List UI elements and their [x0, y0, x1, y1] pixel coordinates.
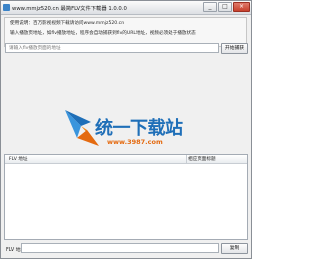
watermark-url: www.3987.com: [107, 138, 163, 146]
start-capture-button[interactable]: 开始捕获: [221, 43, 248, 54]
column-divider[interactable]: [186, 155, 187, 163]
column-header-flv-address[interactable]: FLV 地址: [9, 156, 28, 162]
notice-line-1: 使用说明：百万影视视频下载请访问www.mmjz520.cn: [10, 21, 125, 26]
url-input[interactable]: [5, 43, 219, 53]
flv-address-field[interactable]: [21, 243, 219, 253]
window-title: www.mmjz520.cn 最简FLV文件下载器 1.0.0.0: [12, 6, 127, 12]
flv-list[interactable]: FLV 地址 相应页面标题: [4, 154, 248, 240]
maximize-button[interactable]: □: [218, 2, 232, 12]
close-button[interactable]: ×: [233, 2, 250, 12]
watermark-name: 统一下载站: [95, 118, 183, 139]
app-window: www.mmjz520.cn 最简FLV文件下载器 1.0.0.0 _ □ × …: [0, 0, 252, 259]
copy-button[interactable]: 复制: [221, 243, 248, 254]
title-bar[interactable]: www.mmjz520.cn 最简FLV文件下载器 1.0.0.0 _ □ ×: [1, 1, 251, 15]
notice-line-2: 输入播放页地址，如flv播放地址，程序会自动捕获到flv的URL地址，视频必须处…: [10, 31, 196, 36]
list-header: FLV 地址 相应页面标题: [5, 155, 247, 164]
column-header-page-title[interactable]: 相应页面标题: [188, 156, 216, 162]
app-icon: [3, 4, 10, 11]
minimize-button[interactable]: _: [203, 2, 217, 12]
